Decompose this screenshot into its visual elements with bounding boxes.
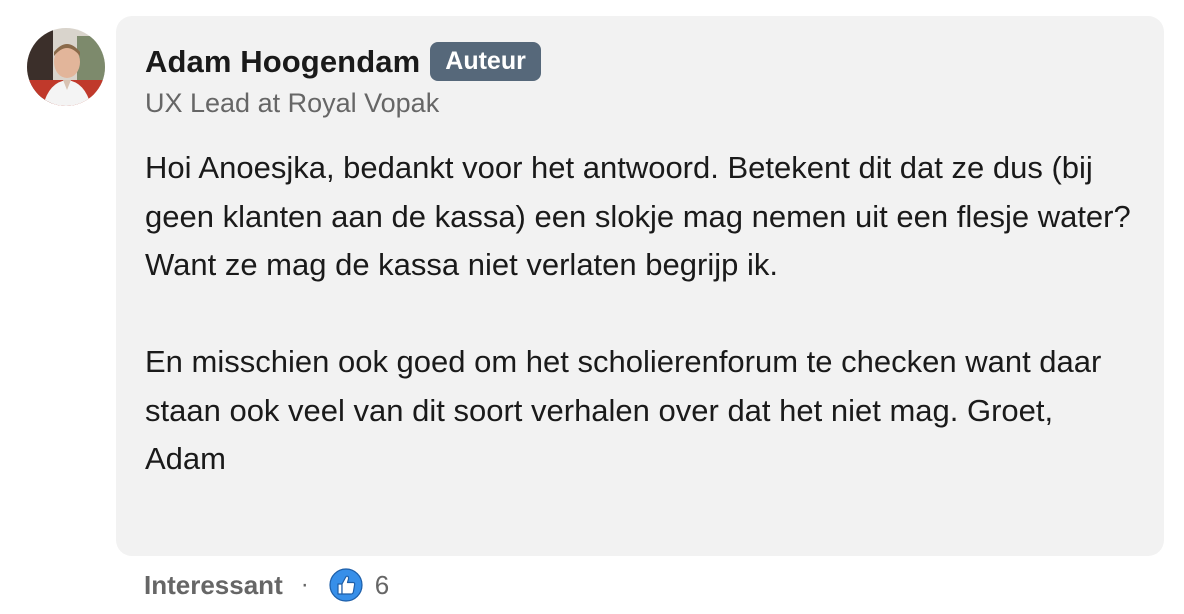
author-headline: UX Lead at Royal Vopak [145, 88, 440, 118]
author-badge: Auteur [430, 42, 541, 81]
react-button[interactable]: Interessant [144, 570, 283, 601]
author-name[interactable]: Adam Hoogendam [145, 44, 420, 80]
thumbs-up-icon[interactable] [329, 568, 363, 602]
avatar-photo [27, 28, 105, 106]
separator-dot: · [300, 571, 309, 598]
reaction-count[interactable]: 6 [375, 570, 389, 601]
comment-paragraph: En misschien ook goed om het scholierenf… [145, 344, 1102, 476]
author-row: Adam Hoogendam Auteur [145, 42, 541, 81]
author-avatar[interactable] [27, 28, 105, 106]
comment-bubble: Adam Hoogendam Auteur UX Lead at Royal V… [116, 16, 1164, 556]
comment-paragraph: Hoi Anoesjka, bedankt voor het antwoord.… [145, 150, 1131, 282]
comment-actions: Interessant · 6 [144, 566, 389, 604]
comment-thread: Adam Hoogendam Auteur UX Lead at Royal V… [0, 0, 1184, 614]
comment-text: Hoi Anoesjka, bedankt voor het antwoord.… [145, 144, 1135, 484]
